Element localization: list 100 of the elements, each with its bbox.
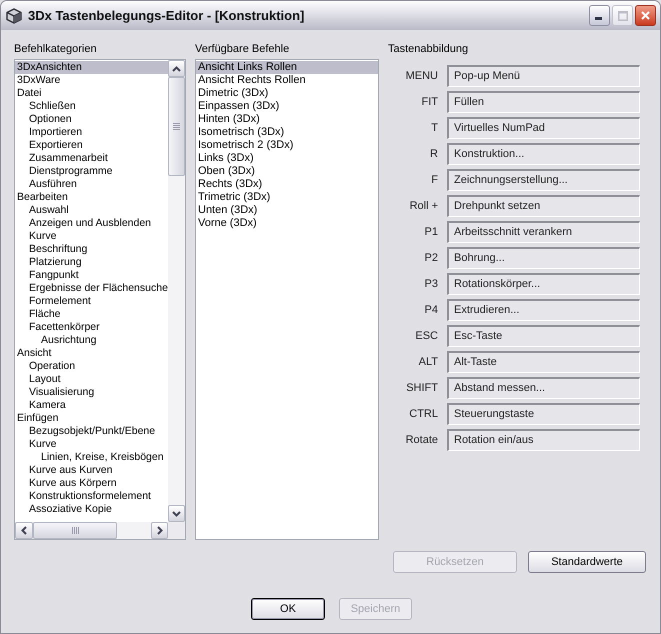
tree-item[interactable]: Schließen	[27, 100, 168, 113]
scroll-left-button[interactable]	[15, 522, 33, 539]
horizontal-scrollbar[interactable]	[15, 522, 168, 539]
section-label: Tastenabbildung	[388, 42, 468, 56]
command-field[interactable]: Füllen	[447, 91, 640, 113]
tree-item[interactable]: Konstruktionsformelement	[27, 490, 168, 503]
tree-item[interactable]: Bezugsobjekt/Punkt/Ebene	[27, 425, 168, 438]
command-field[interactable]: Steuerungstaste	[447, 403, 640, 425]
tree-item[interactable]: Facettenkörper	[27, 321, 168, 334]
command-field[interactable]: Pop-up Menü	[447, 65, 640, 87]
list-item[interactable]: Dimetric (3Dx)	[196, 87, 378, 100]
list-item[interactable]: Isometrisch 2 (3Dx)	[196, 139, 378, 152]
tree-item[interactable]: Exportieren	[27, 139, 168, 152]
tree-item[interactable]: Ansicht	[15, 347, 168, 360]
minimize-icon	[595, 17, 602, 20]
command-field[interactable]: Drehpunkt setzen	[447, 195, 640, 217]
command-field[interactable]: Bohrung...	[447, 247, 640, 269]
tree-item[interactable]: Auswahl	[27, 204, 168, 217]
tree-item[interactable]: Bearbeiten	[15, 191, 168, 204]
key-label: P4	[424, 303, 438, 317]
tree-item[interactable]: Anzeigen und Ausblenden	[27, 217, 168, 230]
tree-item[interactable]: Ausführen	[27, 178, 168, 191]
close-icon	[641, 11, 650, 20]
scroll-thumb[interactable]	[168, 77, 185, 176]
key-label: R	[429, 147, 438, 161]
grip-icon	[173, 123, 180, 130]
list-item[interactable]: Isometrisch (3Dx)	[196, 126, 378, 139]
tree-item[interactable]: Ergebnisse der Flächensuche	[27, 282, 168, 295]
scroll-right-button[interactable]	[151, 522, 168, 539]
list-item[interactable]: Trimetric (3Dx)	[196, 191, 378, 204]
tree-item[interactable]: 3DxAnsichten	[15, 61, 168, 74]
tree-item[interactable]: Zusammenarbeit	[27, 152, 168, 165]
dialog-button[interactable]: OK	[251, 598, 325, 620]
scroll-thumb[interactable]	[33, 522, 117, 539]
list-item[interactable]: Hinten (3Dx)	[196, 113, 378, 126]
tree-item[interactable]: Ausrichtung	[39, 334, 168, 347]
tree-item[interactable]: Visualisierung	[27, 386, 168, 399]
chevron-left-icon	[21, 526, 27, 535]
list-item[interactable]: Links (3Dx)	[196, 152, 378, 165]
command-field[interactable]: Abstand messen...	[447, 377, 640, 399]
section-label: Befehlkategorien	[14, 42, 97, 56]
section-label: Verfügbare Befehle	[195, 42, 290, 56]
key-label: FIT	[420, 95, 438, 109]
grip-icon	[72, 527, 78, 534]
list-item[interactable]: Unten (3Dx)	[196, 204, 378, 217]
tree-item[interactable]: Datei	[15, 87, 168, 100]
action-button: Rücksetzen	[393, 551, 517, 573]
command-field[interactable]: Arbeitsschnitt verankern	[447, 221, 640, 243]
list-item[interactable]: Ansicht Links Rollen	[196, 61, 378, 74]
minimize-button[interactable]	[589, 5, 610, 26]
command-field[interactable]: Alt-Taste	[447, 351, 640, 373]
close-button[interactable]	[635, 5, 656, 26]
chevron-up-icon	[172, 66, 181, 72]
tree-item[interactable]: Kurve aus Kurven	[27, 464, 168, 477]
tree-item[interactable]: Kamera	[27, 399, 168, 412]
tree-item[interactable]: Einfügen	[15, 412, 168, 425]
tree-item[interactable]: Dienstprogramme	[27, 165, 168, 178]
list-item[interactable]: Rechts (3Dx)	[196, 178, 378, 191]
tree-item[interactable]: Kurve aus Körpern	[27, 477, 168, 490]
chevron-right-icon	[156, 526, 162, 535]
dialog-button: Speichern	[339, 598, 412, 620]
list-item[interactable]: Einpassen (3Dx)	[196, 100, 378, 113]
command-field[interactable]: Zeichnungserstellung...	[447, 169, 640, 191]
vertical-scrollbar[interactable]	[168, 60, 185, 522]
tree-item[interactable]: Fangpunkt	[27, 269, 168, 282]
tree-item[interactable]: Optionen	[27, 113, 168, 126]
key-label: P3	[424, 277, 438, 291]
scroll-up-button[interactable]	[168, 60, 185, 77]
tree-item[interactable]: Beschriftung	[27, 243, 168, 256]
tree-item[interactable]: Kurve	[27, 230, 168, 243]
scroll-down-button[interactable]	[168, 505, 185, 522]
tree-item[interactable]: Platzierung	[27, 256, 168, 269]
tree-item[interactable]: Kurve	[27, 438, 168, 451]
key-label: MENU	[404, 69, 438, 83]
key-label: Roll +	[408, 199, 438, 213]
key-label: SHIFT	[405, 381, 438, 395]
command-field[interactable]: Rotation ein/aus	[447, 429, 640, 451]
command-field[interactable]: Extrudieren...	[447, 299, 640, 321]
scrollbar-corner	[168, 522, 185, 539]
tree-item[interactable]: 3DxWare	[15, 74, 168, 87]
tree-item[interactable]: Formelement	[27, 295, 168, 308]
command-field[interactable]: Rotationskörper...	[447, 273, 640, 295]
tree-item[interactable]: Layout	[27, 373, 168, 386]
tree-item[interactable]: Fläche	[27, 308, 168, 321]
command-field[interactable]: Konstruktion...	[447, 143, 640, 165]
list-item[interactable]: Ansicht Rechts Rollen	[196, 74, 378, 87]
command-field[interactable]: Esc-Taste	[447, 325, 640, 347]
list-item[interactable]: Oben (3Dx)	[196, 165, 378, 178]
tree-item[interactable]: Operation	[27, 360, 168, 373]
key-label: Rotate	[404, 433, 438, 447]
action-button[interactable]: Standardwerte	[528, 551, 646, 573]
tree-item[interactable]: Assoziative Kopie	[27, 503, 168, 516]
list-item[interactable]: Vorne (3Dx)	[196, 217, 378, 230]
key-label: ALT	[418, 355, 438, 369]
tree-item[interactable]: Linien, Kreise, Kreisbögen	[39, 451, 168, 464]
tree-item[interactable]: Importieren	[27, 126, 168, 139]
key-label: ESC	[414, 329, 438, 343]
command-field[interactable]: Virtuelles NumPad	[447, 117, 640, 139]
key-label: CTRL	[408, 407, 438, 421]
key-label: P1	[424, 225, 438, 239]
